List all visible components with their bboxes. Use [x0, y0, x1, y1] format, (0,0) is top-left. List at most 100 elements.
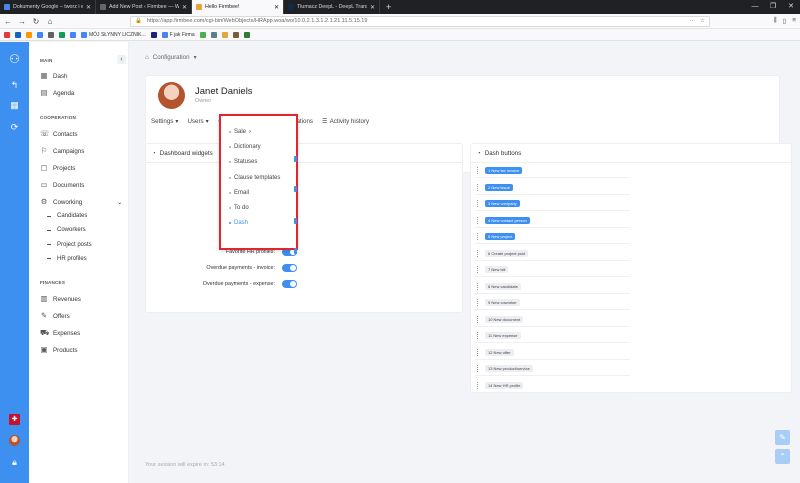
menu-item-dictionary[interactable]: Dictionary — [229, 144, 261, 150]
menu-item-email[interactable]: Email — [229, 190, 249, 196]
drag-handle-icon[interactable] — [477, 266, 479, 273]
dash-button-row[interactable]: 1 New tax invoice — [475, 164, 630, 178]
drag-handle-icon[interactable] — [477, 348, 479, 356]
dash-button-chip[interactable]: 5 New project — [485, 233, 516, 240]
lock-icon[interactable]: 🔒︎ — [9, 457, 20, 468]
dash-button-chip[interactable]: 10 New document — [485, 315, 524, 323]
drag-handle-icon[interactable] — [477, 249, 479, 257]
sidebar-subitem[interactable]: HR profiles — [47, 256, 87, 262]
close-window-icon[interactable]: ✕ — [782, 0, 800, 14]
dash-button-chip[interactable]: 3 New company — [485, 200, 520, 207]
maximize-icon[interactable]: ❐ — [764, 0, 782, 14]
sidebar-toggle-icon[interactable]: ▯ — [783, 17, 787, 25]
dash-button-chip[interactable]: 8 New candidate — [485, 282, 521, 290]
drag-handle-icon[interactable] — [477, 299, 479, 306]
drag-handle-icon[interactable] — [477, 216, 479, 224]
dash-button-row[interactable]: 14 New HR profile — [475, 379, 630, 393]
back-icon[interactable]: ← — [4, 17, 12, 26]
bookmark-item[interactable] — [199, 31, 206, 38]
bookmark-item[interactable] — [37, 31, 43, 38]
menu-item-to-do[interactable]: To do — [229, 205, 249, 211]
bookmark-item[interactable] — [15, 31, 21, 38]
page-actions-icon[interactable]: ··· — [690, 18, 696, 24]
drag-handle-icon[interactable] — [477, 315, 479, 323]
tab-users[interactable]: Users ▾ — [187, 118, 208, 125]
dash-button-chip[interactable]: 13 New product/service — [485, 365, 533, 372]
dash-button-row[interactable]: 12 New offer — [475, 346, 630, 360]
forward-icon[interactable]: → — [18, 17, 26, 26]
bookmark-star-icon[interactable]: ☆ — [700, 18, 705, 24]
scroll-top-icon[interactable]: ⌃ — [775, 449, 790, 464]
bookmark-item[interactable]: F jak Firma — [161, 31, 195, 38]
drag-handle-icon[interactable] — [477, 365, 479, 372]
sidebar-subitem[interactable]: Coworkers — [47, 227, 86, 233]
grid-icon[interactable]: ▦ — [9, 100, 20, 111]
drag-handle-icon[interactable] — [477, 233, 479, 240]
close-tab-icon[interactable]: ✕ — [86, 4, 91, 11]
sidebar-item-offers[interactable]: ✎ Offers — [40, 312, 70, 320]
browser-tab[interactable]: Hello Firmbee! ✕ — [192, 0, 284, 14]
minimize-icon[interactable]: — — [746, 0, 764, 14]
close-tab-icon[interactable]: ✕ — [274, 4, 279, 11]
browser-tab[interactable]: Dokumenty Google – tworz i e ✕ — [0, 0, 96, 14]
sidebar-item-products[interactable]: ▣ Products — [40, 346, 77, 354]
dash-button-chip[interactable]: 11 New expense — [485, 332, 521, 339]
reload-icon[interactable]: ↻ — [32, 17, 40, 26]
tab-settings[interactable]: Settings ▾ — [151, 118, 178, 125]
bookmark-item[interactable] — [26, 31, 32, 38]
dash-button-row[interactable]: 8 New candidate — [475, 280, 630, 294]
bookmark-item[interactable] — [210, 31, 217, 38]
sidebar-item-projects[interactable]: ▢ Projects — [40, 164, 75, 172]
drag-handle-icon[interactable] — [477, 381, 479, 389]
dash-button-row[interactable]: 13 New product/service — [475, 362, 630, 376]
sidebar-item-agenda[interactable]: ▤ Agenda — [40, 89, 74, 97]
bookmark-item[interactable] — [70, 31, 76, 38]
sidebar-subitem[interactable]: Candidates — [47, 213, 87, 219]
edit-icon[interactable]: ✎ — [775, 430, 790, 445]
address-bar[interactable]: 🔒 https://app.firmbee.com/cgi-bin/WebObj… — [130, 15, 710, 27]
browser-tab[interactable]: Add New Post ‹ Firmbee — WordPr✕ — [96, 0, 192, 14]
refresh-icon[interactable]: ⟳ — [9, 122, 20, 133]
dash-button-row[interactable]: 9 New coworker — [475, 296, 630, 310]
tab-activity-history[interactable]: ☰ Activity history — [322, 118, 369, 125]
bookmark-item[interactable] — [232, 31, 239, 38]
home-icon[interactable]: ⌂ — [46, 17, 54, 26]
bookmark-item[interactable] — [221, 31, 228, 38]
widget-toggle[interactable] — [282, 280, 297, 288]
menu-item-statuses[interactable]: Statuses — [229, 159, 257, 165]
dash-button-row[interactable]: 11 New expense — [475, 329, 630, 343]
drag-handle-icon[interactable] — [477, 183, 479, 191]
user-avatar[interactable] — [9, 435, 20, 446]
home-icon[interactable]: ⌂ — [145, 54, 149, 61]
dash-button-row[interactable]: 3 New company — [475, 197, 630, 211]
firmbee-logo-icon[interactable]: ⚇ — [9, 53, 20, 65]
menu-item-dash[interactable]: Dash — [229, 220, 248, 226]
dash-button-chip[interactable]: 2 New issue — [485, 183, 513, 191]
drag-handle-icon[interactable] — [477, 167, 479, 174]
bookmark-item[interactable] — [243, 31, 250, 38]
dash-button-chip[interactable]: 12 New offer — [485, 348, 514, 356]
sidebar-item-expenses[interactable]: ⛟ Expenses — [40, 329, 80, 337]
sidebar-item-dash[interactable]: ▦ Dash — [40, 72, 67, 80]
sidebar-item-campaigns[interactable]: ⚐ Campaigns — [40, 147, 85, 155]
close-tab-icon[interactable]: ✕ — [182, 4, 187, 11]
uk-flag-icon[interactable]: ✚ — [9, 414, 20, 425]
bookmark-item[interactable] — [4, 31, 10, 38]
dash-button-chip[interactable]: 14 New HR profile — [485, 381, 524, 389]
dash-button-chip[interactable]: 7 New bill — [485, 266, 509, 273]
dash-button-chip[interactable]: 9 New coworker — [485, 299, 520, 306]
dash-button-row[interactable]: 2 New issue — [475, 181, 630, 195]
sidebar-subitem[interactable]: Project posts — [47, 242, 92, 248]
close-tab-icon[interactable]: ✕ — [370, 4, 375, 11]
drag-handle-icon[interactable] — [477, 332, 479, 339]
collapse-sidebar-button[interactable]: ‹ — [117, 55, 126, 64]
dash-button-row[interactable]: 6 Create project post — [475, 247, 630, 261]
back-arrow-icon[interactable]: ↰ — [9, 80, 20, 91]
drag-handle-icon[interactable] — [477, 200, 479, 207]
menu-icon[interactable]: ≡ — [792, 17, 796, 25]
library-icon[interactable]: ⫼ — [774, 17, 777, 25]
widget-toggle[interactable] — [282, 264, 297, 272]
sidebar-item-documents[interactable]: ▭ Documents — [40, 181, 84, 189]
menu-item-sale[interactable]: Sale › — [229, 129, 251, 135]
breadcrumb-configuration[interactable]: Configuration — [153, 54, 190, 61]
